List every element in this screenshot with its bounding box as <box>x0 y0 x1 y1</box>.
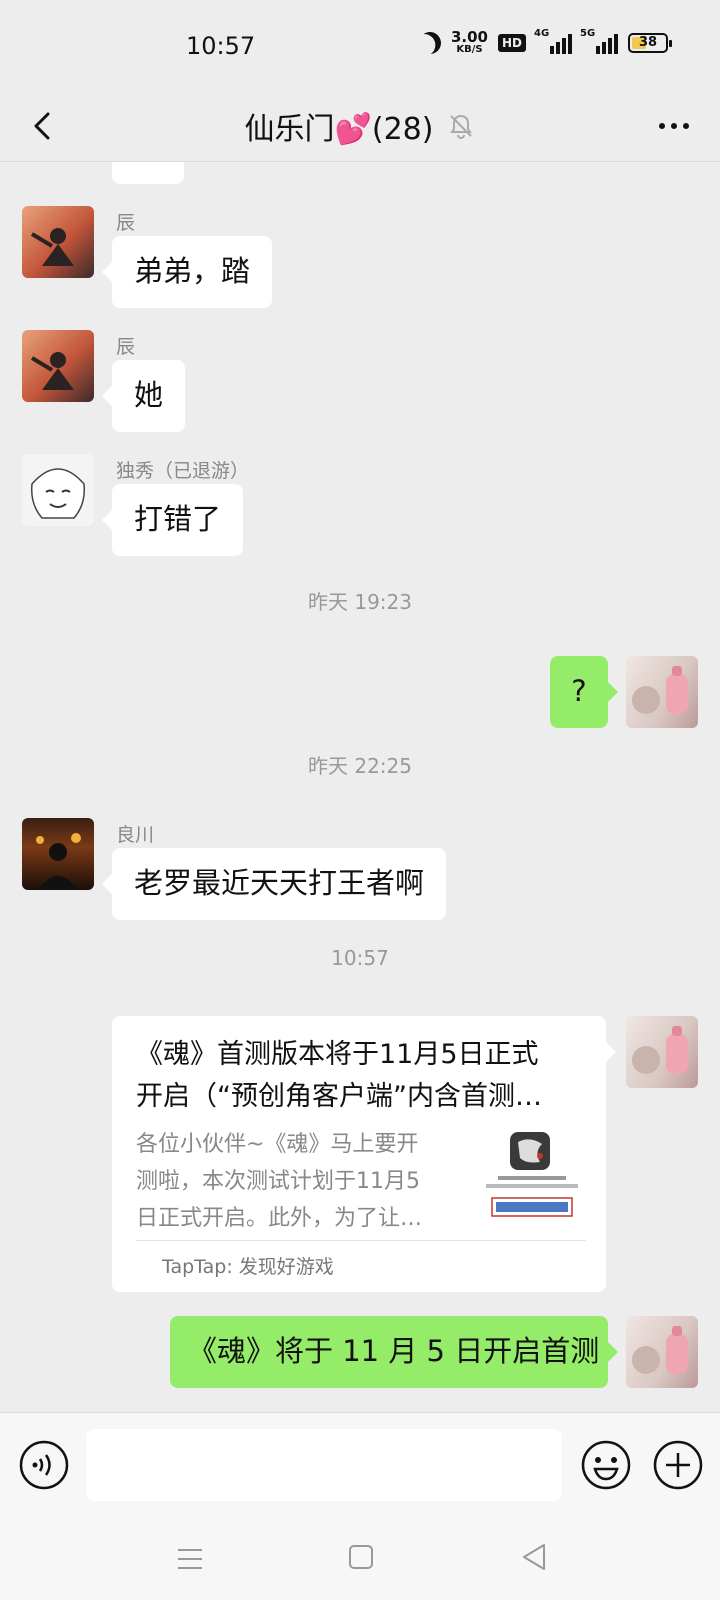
sender-name: 良川 <box>116 824 155 846</box>
signal-4g-icon: 4G <box>534 28 572 54</box>
link-card-title: 《魂》首测版本将于11月5日正式 开启（“预创角客户端”内含首测… <box>136 1034 586 1118</box>
link-card[interactable]: 《魂》首测版本将于11月5日正式 开启（“预创角客户端”内含首测… 各位小伙伴~… <box>112 1016 616 1292</box>
recent-apps-icon[interactable] <box>176 1546 204 1572</box>
link-card-desc-line: 日正式开启。此外，为了让… <box>136 1206 423 1231</box>
link-card-thumbnail <box>486 1132 578 1217</box>
emoji-icon[interactable] <box>580 1439 632 1491</box>
link-card-desc-line: 测啦，本次测试计划于11月5 <box>136 1169 420 1194</box>
timestamp: 昨天 22:25 <box>308 754 412 778</box>
battery-icon: 38 <box>628 32 672 53</box>
avatar-chen[interactable] <box>22 206 94 278</box>
message-bubble[interactable]: 弟弟，踏 <box>101 236 273 308</box>
battery-level: 38 <box>638 35 658 50</box>
signal-5g-icon: 5G <box>580 28 618 54</box>
voice-input-icon[interactable] <box>18 1439 70 1491</box>
home-icon[interactable] <box>348 1544 374 1570</box>
avatar-duxiu[interactable] <box>22 454 94 526</box>
link-card-title-line: 开启（“预创角客户端”内含首测… <box>136 1081 542 1112</box>
timestamp: 10:57 <box>331 946 389 970</box>
avatar-liangchuan[interactable] <box>22 818 94 890</box>
network-speed-unit: KB/S <box>456 44 483 55</box>
chat-header: 仙乐门💕(28) <box>0 90 720 162</box>
do-not-disturb-moon-icon <box>416 28 444 56</box>
more-options-icon[interactable] <box>654 112 694 140</box>
own-message-bubble[interactable]: 《魂》将于 11 月 5 日开启首测 <box>170 1316 618 1388</box>
avatar-self[interactable] <box>626 1316 698 1388</box>
signal-4g-label: 4G <box>534 27 550 39</box>
input-bar <box>0 1412 720 1518</box>
plus-icon[interactable] <box>652 1439 704 1491</box>
network-speed-value: 3.00 <box>450 28 488 46</box>
message-bubble[interactable]: 打错了 <box>101 484 244 556</box>
message-bubble[interactable]: 老罗最近天天打王者啊 <box>101 848 447 920</box>
title-wrap: 仙乐门💕(28) <box>0 104 720 148</box>
sender-name: 辰 <box>116 212 136 234</box>
sender-name: 独秀（已退游） <box>116 460 250 482</box>
status-icons: 3.00 KB/S HD 4G 5G 38 <box>416 28 672 56</box>
nav-back-icon[interactable] <box>520 1542 548 1572</box>
link-card-title-line: 《魂》首测版本将于11月5日正式 <box>136 1039 539 1070</box>
network-speed: 3.00 KB/S <box>451 30 488 55</box>
link-card-source: TapTap: 发现好游戏 <box>162 1256 334 1278</box>
link-card-desc-line: 各位小伙伴~《魂》马上要开 <box>136 1132 419 1157</box>
avatar-self[interactable] <box>626 1016 698 1088</box>
status-bar: 10:57 3.00 KB/S HD 4G 5G 38 <box>0 0 720 90</box>
chat-area[interactable]: 辰 弟弟，踏 辰 她 独秀（已退游） 打错了 昨天 19:23 ? 昨天 22:… <box>0 162 720 1412</box>
message-input[interactable] <box>86 1429 562 1501</box>
system-nav-bar <box>0 1518 720 1600</box>
hd-badge: HD <box>497 33 526 52</box>
own-message-bubble[interactable]: ? <box>550 656 618 728</box>
chat-title: 仙乐门💕(28) <box>244 112 434 147</box>
message-bubble[interactable]: 她 <box>101 360 186 432</box>
signal-5g-label: 5G <box>580 27 596 39</box>
avatar-chen[interactable] <box>22 330 94 402</box>
link-card-description: 各位小伙伴~《魂》马上要开 测啦，本次测试计划于11月5 日正式开启。此外，为了… <box>136 1126 456 1237</box>
avatar-self[interactable] <box>626 656 698 728</box>
message-bubble-cut[interactable] <box>112 162 184 184</box>
timestamp: 昨天 19:23 <box>308 590 412 614</box>
link-card-divider <box>136 1240 586 1241</box>
status-time: 10:57 <box>186 32 256 60</box>
sender-name: 辰 <box>116 336 136 358</box>
mute-bell-icon <box>450 114 473 139</box>
